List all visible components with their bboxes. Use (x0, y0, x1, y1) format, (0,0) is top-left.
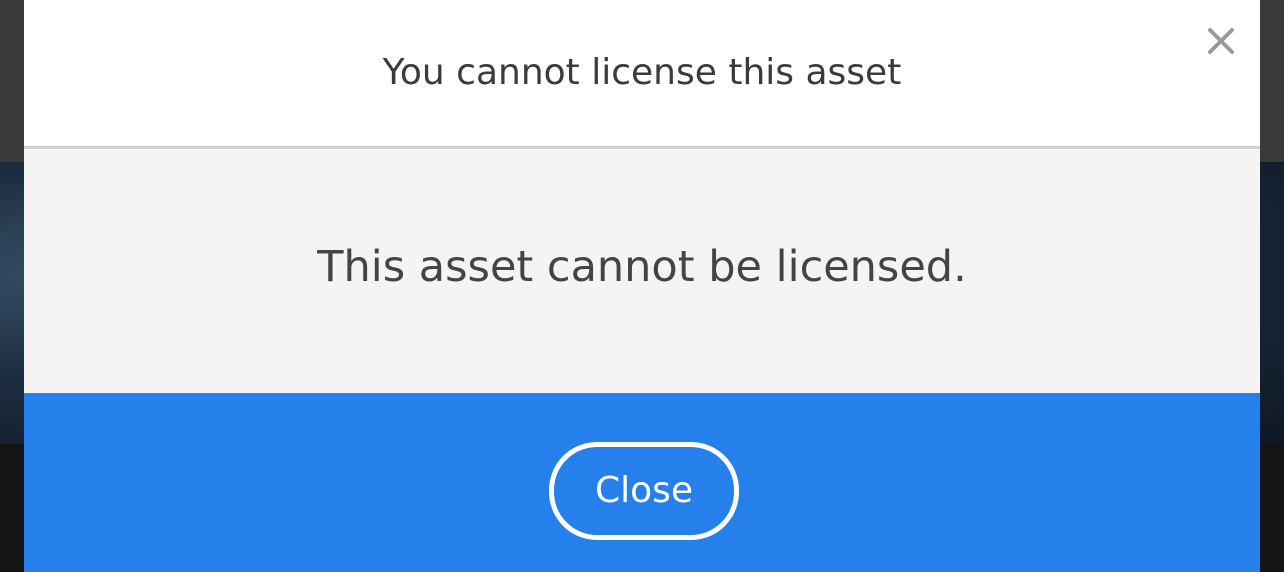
dialog-header: You cannot license this asset (24, 0, 1260, 149)
close-x-icon[interactable] (1202, 22, 1240, 60)
license-error-dialog: You cannot license this asset This asset… (24, 0, 1260, 572)
dialog-message: This asset cannot be licensed. (317, 242, 967, 292)
dialog-footer: Close (24, 393, 1260, 572)
dialog-body: This asset cannot be licensed. (24, 149, 1260, 393)
dialog-title: You cannot license this asset (382, 52, 902, 93)
close-button[interactable]: Close (549, 442, 739, 540)
